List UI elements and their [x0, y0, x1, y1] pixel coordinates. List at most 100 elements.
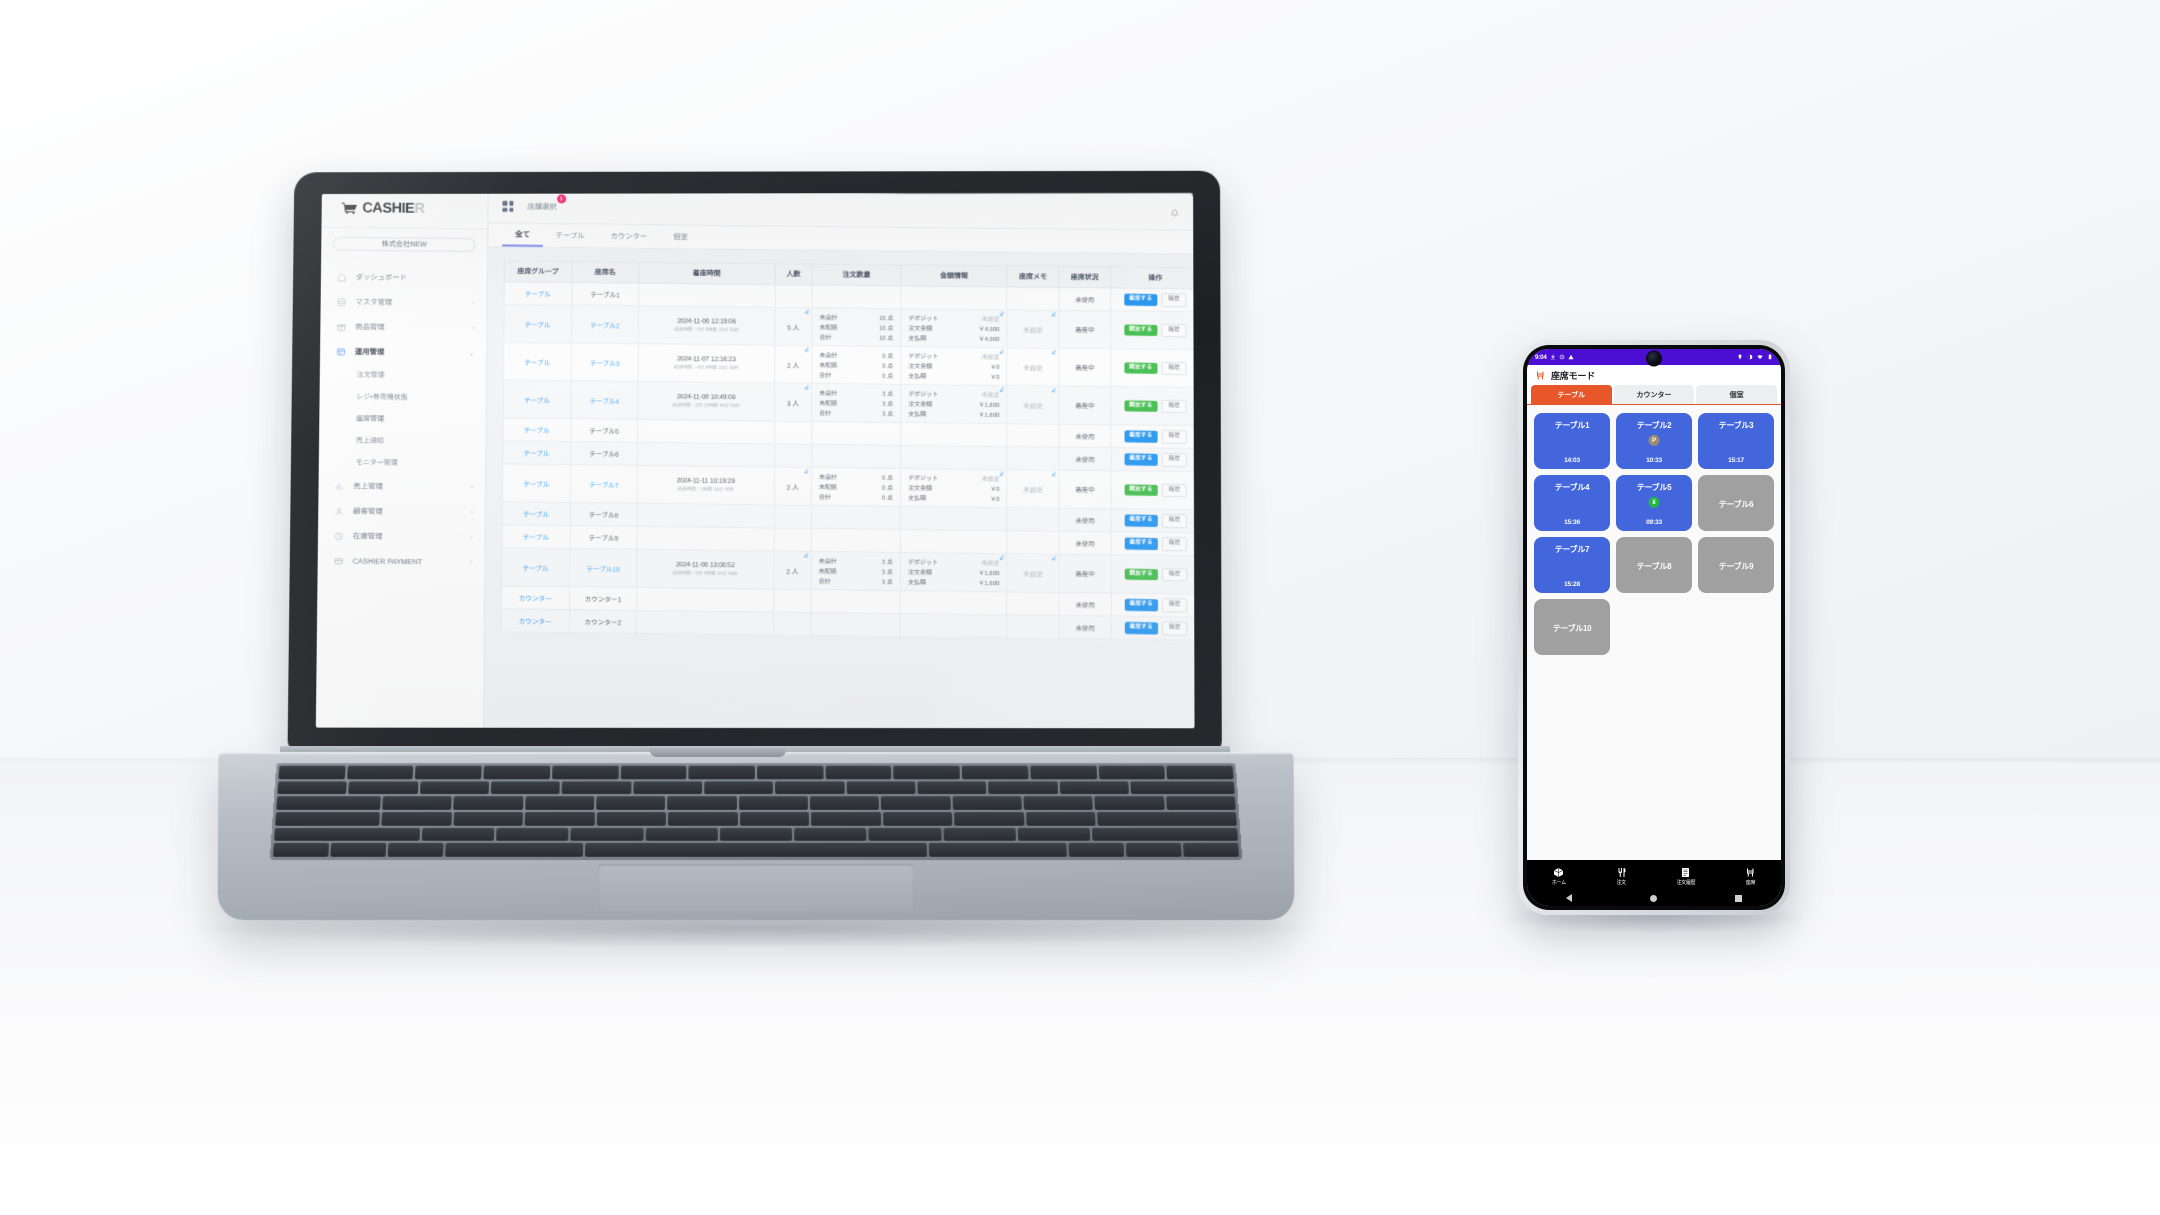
edit-icon[interactable]: [1051, 350, 1056, 355]
seat-name-link[interactable]: テーブル3: [590, 360, 620, 367]
seat-group-link[interactable]: カウンター: [519, 596, 552, 603]
phone-seat-card[interactable]: テーブル10: [1534, 599, 1610, 655]
bottom-nav-seat[interactable]: 座席: [1745, 867, 1756, 886]
seat-group-link[interactable]: テーブル: [525, 322, 551, 329]
primary-action-button[interactable]: 着席する: [1124, 538, 1157, 550]
shop-select-button[interactable]: 店舗選択 3: [527, 201, 556, 212]
bottom-nav-order[interactable]: 注文: [1616, 867, 1627, 886]
edit-icon[interactable]: [804, 469, 809, 474]
seat-name-link[interactable]: テーブル9: [589, 535, 619, 542]
sidebar-item-inventory[interactable]: 在庫管理 ›: [318, 523, 485, 550]
tab-counter[interactable]: カウンター: [598, 224, 661, 248]
phone-seat-card[interactable]: テーブル1 14:03: [1534, 413, 1610, 469]
edit-icon[interactable]: [1000, 349, 1005, 354]
edit-icon[interactable]: [804, 309, 809, 314]
history-button[interactable]: 履歴: [1161, 324, 1187, 338]
seat-group-link[interactable]: カウンター: [519, 619, 552, 626]
tab-table[interactable]: テーブル: [543, 223, 598, 247]
phone-tab-counter[interactable]: カウンター: [1614, 385, 1695, 404]
phone-seat-card[interactable]: テーブル2 P 10:33: [1616, 413, 1692, 469]
primary-action-button[interactable]: 開放する: [1124, 324, 1157, 336]
edit-icon[interactable]: [1051, 388, 1056, 393]
seat-name-link[interactable]: テーブル5: [589, 428, 619, 435]
sidebar-item-customer[interactable]: 顧客管理 ›: [318, 498, 485, 525]
seat-name-link[interactable]: カウンター2: [584, 619, 621, 626]
phone-tab-private-room[interactable]: 個室: [1696, 385, 1777, 404]
seat-name-link[interactable]: テーブル1: [590, 292, 620, 299]
sidebar-item-dashboard[interactable]: ダッシュボード: [321, 264, 487, 291]
sidebar-subitem-monitor-management[interactable]: モニター管理: [356, 452, 486, 475]
history-button[interactable]: 履歴: [1161, 361, 1187, 375]
history-button[interactable]: 履歴: [1162, 568, 1188, 582]
seat-group-link[interactable]: テーブル: [523, 534, 549, 541]
seat-group-link[interactable]: テーブル: [524, 359, 550, 366]
edit-icon[interactable]: [1051, 472, 1056, 477]
seat-group-link[interactable]: テーブル: [524, 451, 550, 458]
edit-icon[interactable]: [1051, 312, 1056, 317]
edit-icon[interactable]: [804, 553, 809, 558]
sidebar-item-sales[interactable]: 売上管理 ›: [318, 473, 485, 500]
phone-seat-card[interactable]: テーブル5 ¥09:33: [1616, 475, 1692, 531]
sidebar-item-master[interactable]: マスタ管理 ›: [321, 289, 487, 316]
primary-action-button[interactable]: 着席する: [1124, 599, 1157, 611]
phone-seat-card[interactable]: テーブル4 15:36: [1534, 475, 1610, 531]
seat-name-link[interactable]: カウンター1: [585, 596, 622, 603]
history-button[interactable]: 履歴: [1162, 598, 1188, 612]
primary-action-button[interactable]: 開放する: [1124, 484, 1157, 496]
primary-action-button[interactable]: 着席する: [1124, 622, 1157, 634]
brand-logo[interactable]: CASHIER: [321, 193, 487, 230]
seat-name-link[interactable]: テーブル7: [589, 482, 619, 489]
bell-icon[interactable]: [1169, 208, 1180, 219]
home-circle-icon[interactable]: [1650, 895, 1657, 902]
history-button[interactable]: 履歴: [1162, 621, 1188, 635]
sidebar-subitem-order-management[interactable]: 注文管理: [357, 364, 487, 387]
history-button[interactable]: 履歴: [1161, 399, 1187, 413]
history-button[interactable]: 履歴: [1161, 430, 1187, 444]
edit-icon[interactable]: [804, 347, 809, 352]
edit-icon[interactable]: [804, 385, 809, 390]
primary-action-button[interactable]: 着席する: [1124, 515, 1157, 527]
primary-action-button[interactable]: 開放する: [1124, 568, 1157, 580]
primary-action-button[interactable]: 着席する: [1124, 294, 1157, 306]
seat-group-link[interactable]: テーブル: [525, 291, 551, 298]
sidebar-subitem-seat-management[interactable]: 座席管理: [356, 408, 486, 431]
seat-group-link[interactable]: テーブル: [523, 481, 549, 488]
seat-name-link[interactable]: テーブル8: [589, 512, 619, 519]
seat-group-link[interactable]: テーブル: [523, 511, 549, 518]
history-button[interactable]: 履歴: [1161, 483, 1187, 497]
bottom-nav-order-history[interactable]: 注文履歴: [1676, 867, 1695, 886]
seat-name-link[interactable]: テーブル10: [586, 566, 619, 573]
recents-square-icon[interactable]: [1735, 895, 1742, 902]
tab-all[interactable]: 全て: [502, 223, 543, 247]
seat-name-link[interactable]: テーブル6: [589, 451, 619, 458]
primary-action-button[interactable]: 開放する: [1124, 362, 1157, 374]
grid-apps-icon[interactable]: [502, 201, 513, 212]
tab-private-room[interactable]: 個室: [660, 224, 701, 248]
seat-group-link[interactable]: テーブル: [523, 565, 549, 572]
bottom-nav-home[interactable]: ホーム: [1552, 867, 1566, 886]
seat-name-link[interactable]: テーブル2: [590, 322, 620, 329]
primary-action-button[interactable]: 着席する: [1124, 453, 1157, 465]
sidebar-subitem-register-status[interactable]: レジ・券売機状態: [356, 386, 486, 409]
edit-icon[interactable]: [1000, 555, 1005, 560]
edit-icon[interactable]: [1000, 471, 1005, 476]
history-button[interactable]: 履歴: [1162, 537, 1188, 551]
company-selector[interactable]: 株式会社NEW: [333, 237, 475, 252]
phone-seat-card[interactable]: テーブル9: [1698, 537, 1774, 593]
edit-icon[interactable]: [1052, 556, 1057, 561]
gear-icon[interactable]: [1193, 208, 1194, 219]
primary-action-button[interactable]: 開放する: [1124, 400, 1157, 412]
seat-group-link[interactable]: テーブル: [524, 428, 550, 435]
phone-seat-card[interactable]: テーブル7 15:28: [1534, 537, 1610, 593]
primary-action-button[interactable]: 着席する: [1124, 430, 1157, 442]
phone-seat-card[interactable]: テーブル3 15:17: [1698, 413, 1774, 469]
phone-seat-card[interactable]: テーブル8: [1616, 537, 1692, 593]
edit-icon[interactable]: [1000, 387, 1005, 392]
sidebar-subitem-sales-notice[interactable]: 売上通知: [356, 430, 486, 453]
edit-icon[interactable]: [1000, 311, 1005, 316]
back-triangle-icon[interactable]: [1566, 894, 1572, 902]
sidebar-item-cashier-payment[interactable]: CASHIER PAYMENT ›: [318, 548, 485, 575]
sidebar-item-operations[interactable]: 運用管理 ⌄: [320, 339, 486, 366]
seat-name-link[interactable]: テーブル4: [589, 398, 619, 405]
seat-group-link[interactable]: テーブル: [524, 397, 550, 404]
